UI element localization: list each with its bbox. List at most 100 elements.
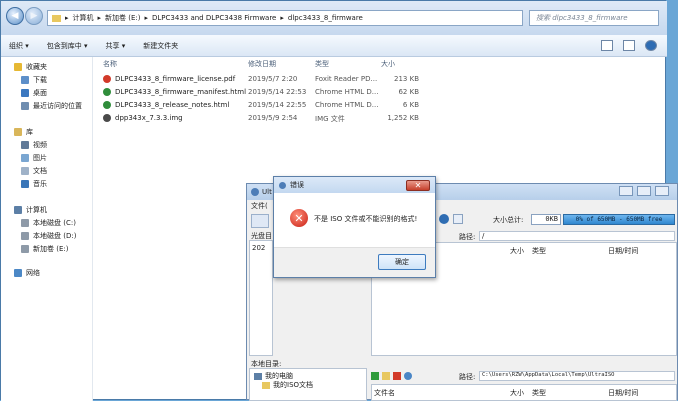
file-row[interactable]: DLPC3433_8_firmware_license.pdf xyxy=(103,73,235,85)
search-input[interactable]: 搜索 dlpc3433_8_firmware xyxy=(529,10,659,26)
file-size: 62 KB xyxy=(398,88,419,96)
file-date: 2019/5/14 22:53 xyxy=(248,88,307,96)
file-name: DLPC3433_8_firmware_manifest.html xyxy=(115,88,247,96)
include-library-button[interactable]: 包含到库中 ▾ xyxy=(47,41,88,51)
local-tree[interactable]: 我的电脑 我的ISO文档 xyxy=(249,368,367,401)
nav-downloads[interactable]: 下载 xyxy=(21,75,47,85)
video-icon xyxy=(21,141,29,149)
nav-desktop[interactable]: 桌面 xyxy=(21,88,47,98)
address-bar-area: ◀ ▶ ▸ 计算机 ▸ 新加卷 (E:) ▸ DLPC3433 and DLPC… xyxy=(1,1,667,35)
picture-icon xyxy=(21,154,29,162)
delete-icon[interactable] xyxy=(393,372,401,380)
disc-tree[interactable]: 202 xyxy=(249,240,273,356)
breadcrumb-computer[interactable]: 计算机 xyxy=(73,13,94,23)
disc-tree-item[interactable]: 202 xyxy=(252,244,265,252)
file-name: dpp343x_7.3.3.img xyxy=(115,114,183,122)
computer-icon xyxy=(254,372,262,380)
minimize-button[interactable] xyxy=(619,186,633,196)
new-folder-button[interactable]: 新建文件夹 xyxy=(143,41,178,51)
col-date-local[interactable]: 日期/时间 xyxy=(608,388,638,398)
nav-videos[interactable]: 视频 xyxy=(21,140,47,150)
folder-icon[interactable] xyxy=(382,372,390,380)
music-icon xyxy=(21,180,29,188)
nav-music[interactable]: 音乐 xyxy=(21,179,47,189)
refresh-icon[interactable] xyxy=(404,372,412,380)
col-filename[interactable]: 文件名 xyxy=(374,388,395,398)
drive-icon xyxy=(21,219,29,227)
navigation-pane: 收藏夹 下载 桌面 最近访问的位置 库 视频 图片 文档 音乐 计算机 本地磁盘… xyxy=(1,57,93,401)
breadcrumb-drive[interactable]: 新加卷 (E:) xyxy=(105,13,140,23)
nav-drive-e[interactable]: 新加卷 (E:) xyxy=(21,244,68,254)
ok-button[interactable]: 确定 xyxy=(378,254,426,270)
tree-my-iso[interactable]: 我的ISO文档 xyxy=(262,380,313,390)
nav-libraries[interactable]: 库 xyxy=(14,127,33,137)
local-path-label: 路径: xyxy=(459,373,476,381)
nav-recent[interactable]: 最近访问的位置 xyxy=(21,101,82,111)
arrow-icon[interactable] xyxy=(453,214,463,224)
file-date: 2019/5/9 2:54 xyxy=(248,114,298,122)
local-path-input[interactable]: C:\Users\RZW\AppData\Local\Temp\UltraISO xyxy=(479,371,675,381)
breadcrumb[interactable]: ▸ 计算机 ▸ 新加卷 (E:) ▸ DLPC3433 and DLPC3438… xyxy=(47,10,523,26)
file-name: DLPC3433_8_firmware_license.pdf xyxy=(115,75,236,83)
nav-favorites[interactable]: 收藏夹 xyxy=(14,62,47,72)
col-date[interactable]: 日期/时间 xyxy=(608,246,638,256)
disc-path-input[interactable]: / xyxy=(479,231,675,241)
nav-network[interactable]: 网络 xyxy=(14,268,40,278)
breadcrumb-parent[interactable]: DLPC3433 and DLPC3438 Firmware xyxy=(152,14,276,22)
file-row[interactable]: DLPC3433_8_release_notes.html xyxy=(103,99,229,111)
drive-icon xyxy=(21,245,29,253)
breadcrumb-current[interactable]: dlpc3433_8_firmware xyxy=(288,14,363,22)
forward-button[interactable]: ▶ xyxy=(25,7,43,25)
ultraiso-tool-icons xyxy=(439,214,463,224)
preview-pane-icon[interactable] xyxy=(623,40,635,51)
file-menu[interactable]: 文件( xyxy=(251,201,268,211)
folder-icon xyxy=(262,381,270,389)
folder-icon xyxy=(52,14,61,22)
properties-icon[interactable] xyxy=(439,214,449,224)
back-button[interactable]: ◀ xyxy=(6,7,24,25)
maximize-button[interactable] xyxy=(637,186,651,196)
column-name[interactable]: 名称 xyxy=(103,59,117,69)
dialog-footer: 确定 xyxy=(274,247,435,277)
share-button[interactable]: 共享 ▾ xyxy=(106,41,126,51)
file-row[interactable]: DLPC3433_8_firmware_manifest.html xyxy=(103,86,246,98)
nav-pictures[interactable]: 图片 xyxy=(21,153,47,163)
new-icon[interactable] xyxy=(251,214,269,228)
nav-drive-d[interactable]: 本地磁盘 (D:) xyxy=(21,231,76,241)
col-size[interactable]: 大小 xyxy=(510,246,524,256)
col-type[interactable]: 类型 xyxy=(532,246,546,256)
file-type-icon xyxy=(103,114,111,122)
add-icon[interactable] xyxy=(371,372,379,380)
column-size[interactable]: 大小 xyxy=(381,59,395,69)
file-type: IMG 文件 xyxy=(315,115,345,123)
total-size-label: 大小总计: xyxy=(493,216,524,224)
col-size-local[interactable]: 大小 xyxy=(510,388,524,398)
nav-computer[interactable]: 计算机 xyxy=(14,205,47,215)
column-date[interactable]: 修改日期 xyxy=(248,59,276,69)
app-icon xyxy=(279,181,286,189)
nav-drive-c[interactable]: 本地磁盘 (C:) xyxy=(21,218,76,228)
ultraiso-window-controls xyxy=(619,186,669,196)
file-date: 2019/5/14 22:55 xyxy=(248,101,307,109)
help-icon[interactable] xyxy=(645,40,657,51)
file-date: 2019/5/7 2:20 xyxy=(248,75,298,83)
close-button[interactable] xyxy=(655,186,669,196)
nav-documents[interactable]: 文档 xyxy=(21,166,47,176)
app-icon xyxy=(251,188,259,196)
file-row[interactable]: dpp343x_7.3.3.img xyxy=(103,112,183,124)
column-type[interactable]: 类型 xyxy=(315,59,329,69)
total-size-value: 0KB xyxy=(531,214,561,225)
dialog-close-button[interactable]: ✕ xyxy=(406,180,430,191)
file-type: Chrome HTML D... xyxy=(315,88,379,96)
file-type-icon xyxy=(103,75,111,83)
error-message: 不是 ISO 文件或不能识别的格式! xyxy=(314,215,418,223)
view-options-icon[interactable] xyxy=(601,40,613,51)
file-type: Chrome HTML D... xyxy=(315,101,379,109)
organize-button[interactable]: 组织 ▾ xyxy=(9,41,29,51)
desktop-icon xyxy=(21,89,29,97)
col-type-local[interactable]: 类型 xyxy=(532,388,546,398)
download-icon xyxy=(21,76,29,84)
file-size: 1,252 KB xyxy=(387,114,419,122)
local-file-list[interactable]: 文件名 大小 类型 日期/时间 xyxy=(371,384,677,401)
file-type-icon xyxy=(103,88,111,96)
